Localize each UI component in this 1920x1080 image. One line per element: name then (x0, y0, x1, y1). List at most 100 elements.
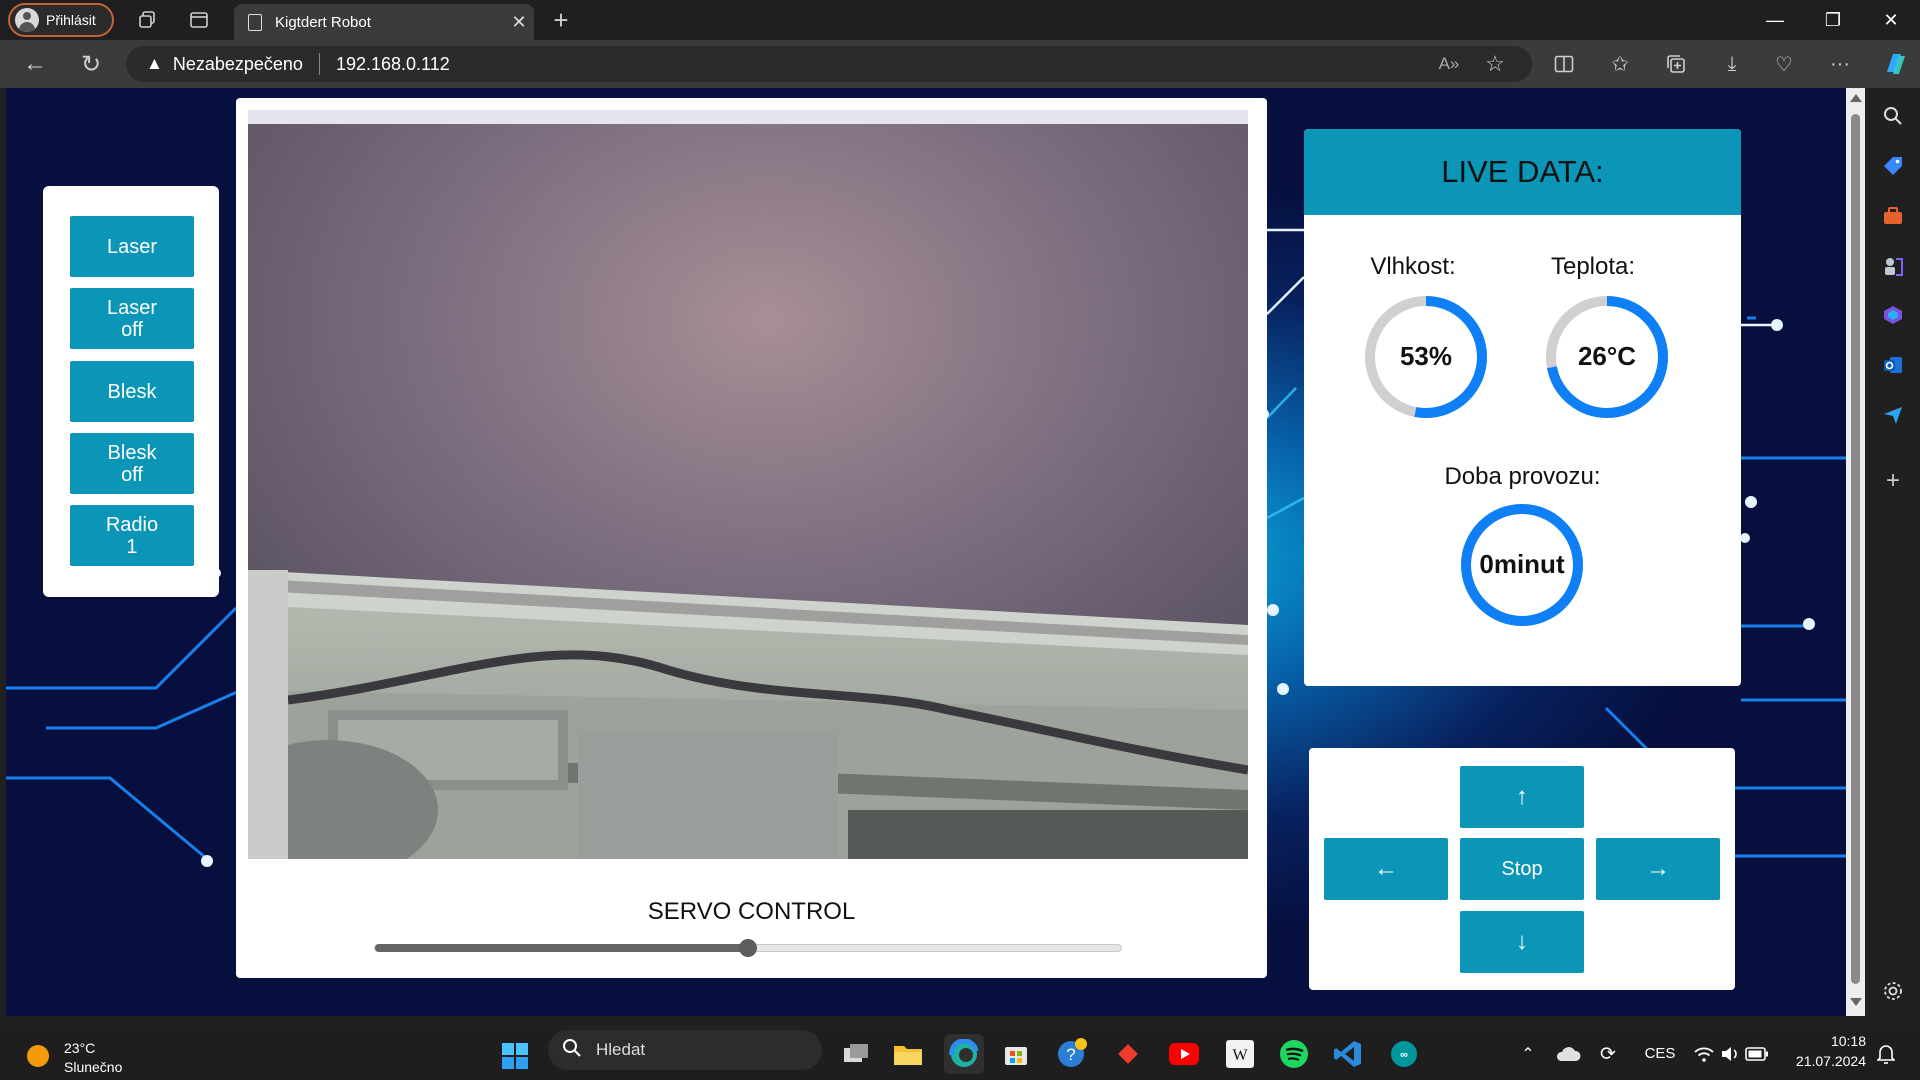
camera-feed (248, 110, 1248, 859)
language-indicator[interactable]: CES (1640, 1040, 1680, 1066)
volume-icon[interactable] (1718, 1041, 1742, 1067)
send-icon[interactable] (1880, 402, 1906, 428)
show-hidden-icons-icon[interactable]: ⌃ (1516, 1041, 1540, 1067)
right-button[interactable]: → (1596, 838, 1720, 900)
tab-close-icon[interactable]: ✕ (504, 12, 534, 33)
battery-icon[interactable] (1744, 1041, 1770, 1067)
minimize-icon[interactable]: — (1746, 0, 1804, 40)
add-sidebar-app-icon[interactable]: + (1880, 467, 1906, 494)
radio-button[interactable]: Radio 1 (70, 505, 194, 566)
new-tab-icon[interactable]: + (548, 5, 574, 35)
microsoft-365-icon[interactable] (1880, 302, 1906, 328)
direction-pad: ↑ ← Stop → ↓ (1309, 748, 1735, 990)
humidity-label: Vlhkost: (1370, 253, 1456, 280)
servo-slider-thumb[interactable] (739, 939, 757, 957)
vscode-icon[interactable] (1330, 1037, 1366, 1071)
back-icon[interactable]: ← (20, 50, 50, 77)
workspaces-icon[interactable] (134, 8, 160, 32)
servo-control-title: SERVO CONTROL (647, 898, 856, 925)
task-view-icon[interactable] (838, 1037, 874, 1071)
laser-button[interactable]: Laser (70, 216, 194, 277)
warning-icon[interactable]: ▲ (146, 54, 163, 74)
scroll-thumb[interactable] (1851, 114, 1860, 984)
reload-icon[interactable]: ↻ (76, 51, 106, 78)
downloads-icon[interactable]: ⤓ (1718, 51, 1746, 77)
wikipedia-icon[interactable]: W (1222, 1037, 1258, 1071)
scroll-down-icon[interactable] (1850, 998, 1862, 1006)
anydesk-icon[interactable] (1110, 1037, 1146, 1071)
uptime-label: Doba provozu: (1444, 463, 1601, 490)
close-window-icon[interactable]: ✕ (1862, 0, 1920, 40)
shopping-tag-icon[interactable] (1880, 153, 1906, 179)
split-screen-icon[interactable] (1550, 51, 1578, 77)
start-icon[interactable] (500, 1041, 530, 1071)
search-icon[interactable] (1880, 103, 1906, 129)
vertical-tabs-icon[interactable] (186, 8, 212, 32)
games-icon[interactable] (1880, 253, 1906, 279)
svg-text:?: ? (1066, 1045, 1075, 1064)
more-icon[interactable]: ··· (1826, 51, 1854, 77)
right-arrow-icon: → (1646, 855, 1670, 882)
restore-icon[interactable]: ❐ (1804, 0, 1862, 40)
notifications-icon[interactable] (1874, 1041, 1898, 1067)
arduino-icon[interactable]: ∞ (1386, 1037, 1422, 1071)
security-label[interactable]: Nezabezpečeno (173, 54, 303, 75)
stop-button-label: Stop (1501, 858, 1543, 880)
language-label: CES (1644, 1044, 1676, 1062)
onedrive-icon[interactable] (1554, 1041, 1582, 1067)
active-tab[interactable]: Kigtdert Robot ✕ (234, 4, 534, 40)
page-icon (248, 13, 262, 31)
edge-icon[interactable] (944, 1034, 984, 1074)
sync-icon[interactable]: ⟳ (1594, 1041, 1622, 1067)
scroll-up-icon[interactable] (1850, 94, 1862, 102)
profile-button[interactable]: Přihlásit (8, 3, 114, 37)
stop-button[interactable]: Stop (1460, 838, 1584, 900)
live-data-panel: LIVE DATA: Vlhkost: Teplota: 53% 26°C Do… (1304, 129, 1741, 686)
profile-label: Přihlásit (46, 12, 96, 28)
weather-widget[interactable]: 23°C Slunečno (64, 1040, 122, 1075)
servo-slider[interactable] (374, 939, 1122, 957)
page-viewport: Laser Laser off Blesk Blesk off Radio 1 (6, 88, 1846, 1016)
page-scrollbar[interactable] (1846, 88, 1865, 1016)
taskbar-search[interactable]: Hledat (548, 1030, 822, 1070)
backward-arrow-icon: ↓ (1516, 928, 1528, 955)
blesk-button[interactable]: Blesk (70, 361, 194, 422)
address-bar: ← ↻ ▲ Nezabezpečeno 192.168.0.112 A» ☆ ✩… (0, 40, 1920, 88)
blesk-off-button[interactable]: Blesk off (70, 433, 194, 494)
settings-icon[interactable] (1880, 978, 1906, 1004)
clock-date: 21.07.2024 (1795, 1053, 1866, 1069)
tools-icon[interactable] (1880, 203, 1906, 229)
youtube-icon[interactable] (1166, 1037, 1202, 1071)
url-text[interactable]: 192.168.0.112 (336, 54, 450, 75)
weather-description: Slunečno (64, 1059, 123, 1075)
laser-off-button-label: Laser off (106, 296, 158, 341)
read-aloud-icon[interactable]: A» (1436, 52, 1462, 76)
forward-button[interactable]: ↑ (1460, 766, 1584, 828)
help-icon[interactable]: ? (1054, 1035, 1090, 1071)
tab-bar: Přihlásit Kigtdert Robot ✕ + — ❐ ✕ (0, 0, 1920, 40)
svg-text:W: W (1232, 1047, 1248, 1064)
left-button[interactable]: ← (1324, 838, 1448, 900)
laser-button-label: Laser (106, 235, 158, 258)
performance-icon[interactable]: ♡ (1770, 51, 1798, 77)
copilot-icon[interactable] (1880, 49, 1910, 79)
blesk-button-label: Blesk (107, 380, 157, 403)
store-icon[interactable] (998, 1037, 1034, 1071)
svg-text:∞: ∞ (1400, 1049, 1408, 1061)
live-data-title: LIVE DATA: (1304, 129, 1741, 215)
url-field[interactable]: ▲ Nezabezpečeno 192.168.0.112 A» ☆ (126, 46, 1532, 82)
outlook-icon[interactable] (1880, 352, 1906, 378)
backward-button[interactable]: ↓ (1460, 911, 1584, 973)
favorite-star-icon[interactable]: ☆ (1482, 51, 1508, 76)
spotify-icon[interactable] (1276, 1037, 1312, 1071)
clock[interactable]: 10:18 21.07.2024 (1786, 1033, 1866, 1069)
profile-avatar-icon (15, 8, 39, 32)
laser-off-button[interactable]: Laser off (70, 288, 194, 349)
uptime-value: 0minut (1479, 549, 1565, 579)
collections-icon[interactable] (1662, 51, 1690, 77)
file-explorer-icon[interactable] (890, 1037, 926, 1071)
radio-button-label: Radio 1 (105, 513, 159, 558)
wifi-icon[interactable] (1692, 1041, 1716, 1067)
weather-sun-icon[interactable] (26, 1044, 50, 1068)
favorites-icon[interactable]: ✩ (1606, 51, 1634, 77)
